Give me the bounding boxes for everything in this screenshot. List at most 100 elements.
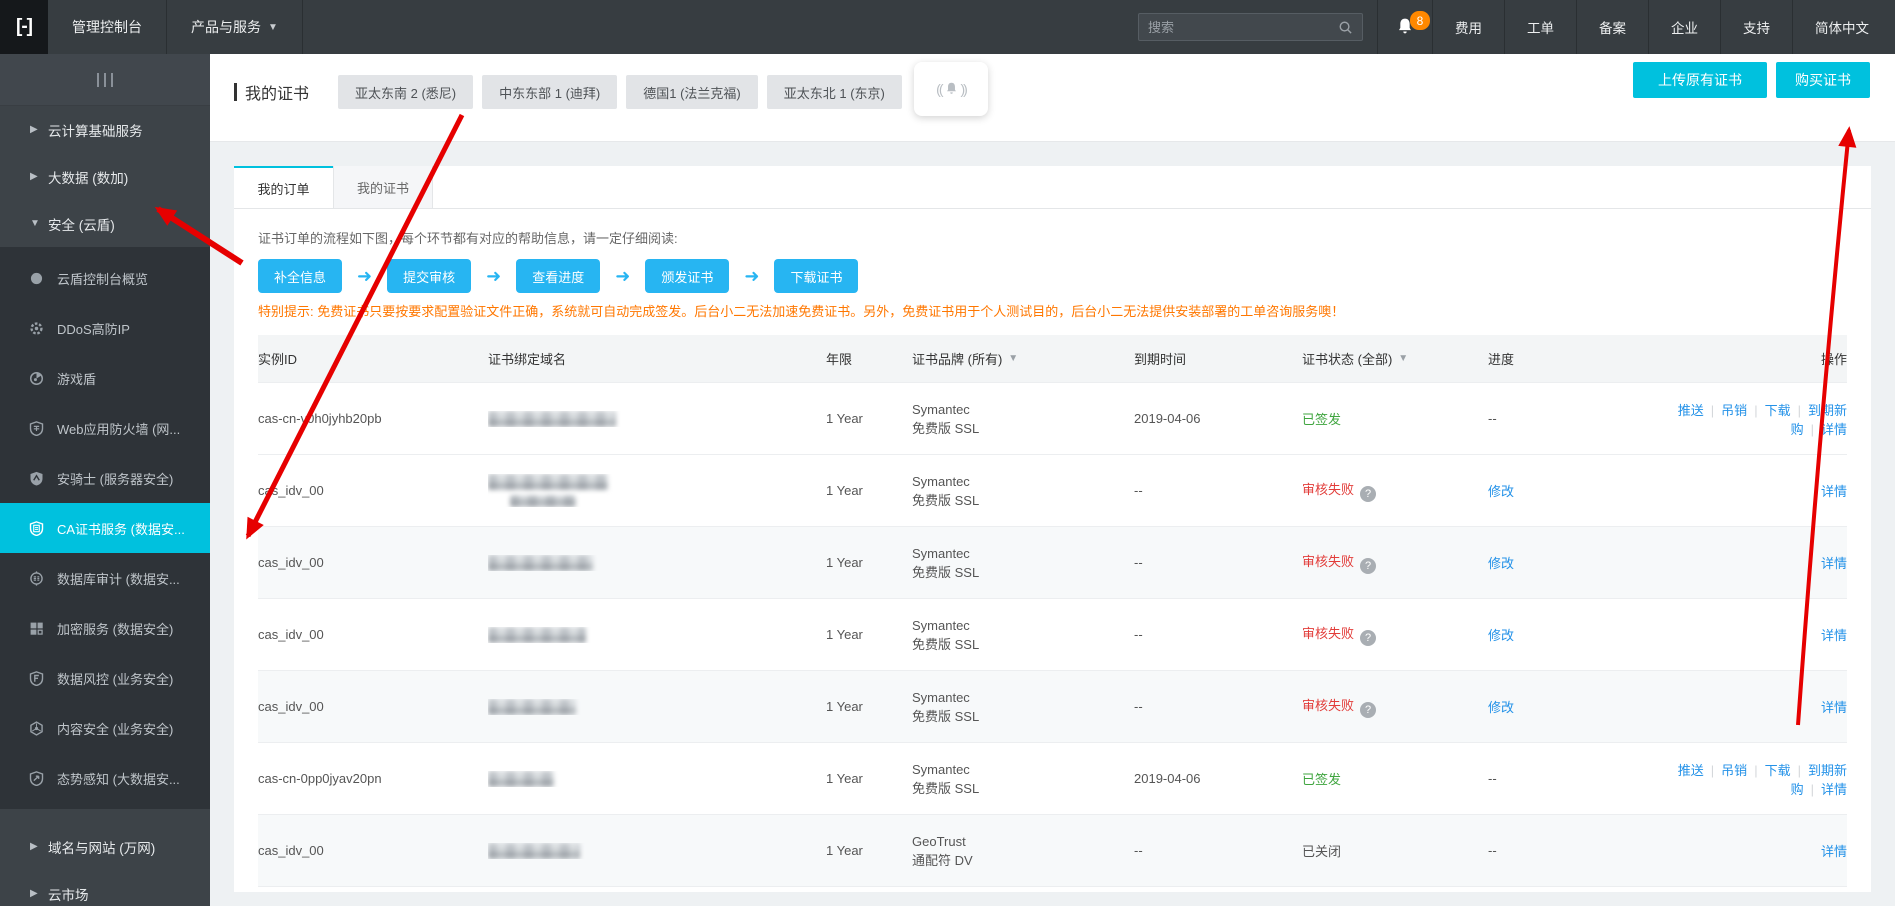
sidebar-group-top-2[interactable]: ▶ 大数据 (数加) [0,153,210,200]
sidebar-item-9[interactable]: 数据风控 (业务安全) [0,653,210,703]
action-link[interactable]: 吊销 [1721,403,1747,418]
notification-badge: 8 [1410,11,1430,30]
masked-domain [488,626,586,643]
help-icon[interactable]: ? [1360,486,1377,502]
sidebar-item-10[interactable]: 内容安全 (业务安全) [0,703,210,753]
sidebar-item-6-active[interactable]: CA证书服务 (数据安... [0,503,210,553]
region-chip-1[interactable]: 亚太东南 2 (悉尼) [338,75,474,109]
sidebar-item-1[interactable]: 云盾控制台概览 [0,253,210,303]
nav-menu-item-1[interactable]: 费用 [1433,0,1505,54]
sidebar-group-bottom-1[interactable]: ▶ 域名与网站 (万网) [0,823,210,870]
status-badge: 审核失败 [1302,698,1355,713]
cell-status: 已签发 [1302,769,1488,788]
announcement-pill[interactable]: (( )) [914,62,988,116]
sidebar-item-7[interactable]: 数据库审计 (数据安... [0,553,210,603]
sidebar-item-3[interactable]: 游戏盾 [0,353,210,403]
nav-menu-item-3[interactable]: 备案 [1577,0,1649,54]
region-chip-2[interactable]: 中东东部 1 (迪拜) [482,75,618,109]
region-chip-4[interactable]: 亚太东北 1 (东京) [766,75,902,109]
filter-caret-icon[interactable]: ▼ [1398,353,1408,364]
sidebar: ▶ 云计算基础服务 ▶ 大数据 (数加) ▼ 安全 (云盾) 云盾控制台概览 DDoS高防I… [0,54,210,906]
cell-instance-id: cas-cn-v0h0jyhb20pb [258,411,382,426]
nav-menu-item-4[interactable]: 企业 [1649,0,1721,54]
tab-2[interactable]: 我的证书 [333,166,433,208]
action-separator: | [1810,421,1814,437]
workflow-step-5[interactable]: 下载证书 [774,259,859,293]
cell-status: 已签发 [1302,409,1488,428]
sidebar-submenu: 云盾控制台概览 DDoS高防IP 游戏盾 Web应用防火墙 (网... 安骑士 (服务器… [0,247,210,809]
column-header-label: 到期时间 [1134,352,1187,367]
sidebar-item-11[interactable]: 态势感知 (大数据安... [0,753,210,803]
action-link[interactable]: 下载 [1765,763,1791,778]
action-link[interactable]: 吊销 [1721,763,1747,778]
cell-brand: Symantec 免费版 SSL [912,400,1134,438]
nav-console[interactable]: 管理控制台 [48,0,167,54]
overview-circle-icon [28,270,44,286]
filter-caret-icon[interactable]: ▼ [1008,353,1018,364]
help-icon[interactable]: ? [1360,630,1377,646]
column-header-label: 证书状态 (全部) [1302,352,1393,367]
tab-1-active[interactable]: 我的订单 [234,166,334,208]
cell-status: 已关闭 [1302,841,1488,860]
content-hex-icon [28,720,44,736]
game-shield-icon [28,370,44,386]
nav-menu-item-5[interactable]: 支持 [1721,0,1793,54]
sidebar-item-4[interactable]: Web应用防火墙 (网... [0,403,210,453]
search-icon[interactable] [1338,20,1353,35]
sidebar-group-top-3[interactable]: ▼ 安全 (云盾) [0,200,210,247]
workflow-step-2[interactable]: 提交审核 [387,259,472,293]
notification-bell-cell[interactable]: 8 [1377,0,1433,54]
sidebar-item-label: 加密服务 (数据安全) [57,621,174,637]
sidebar-item-8[interactable]: 加密服务 (数据安全) [0,603,210,653]
action-link[interactable]: 详情 [1821,782,1847,797]
cell-domain [488,474,826,507]
nav-products-services[interactable]: 产品与服务 ▼ [167,0,303,54]
action-link[interactable]: 详情 [1821,484,1847,499]
navbar-search-area [1124,0,1377,54]
column-header-4[interactable]: 证书品牌 (所有) ▼ [912,349,1134,368]
column-header-6[interactable]: 证书状态 (全部) ▼ [1302,349,1488,368]
progress-modify-link[interactable]: 修改 [1488,628,1514,643]
action-link[interactable]: 详情 [1821,700,1847,715]
help-icon[interactable]: ? [1360,558,1377,574]
sidebar-item-5[interactable]: 安骑士 (服务器安全) [0,453,210,503]
sidebar-group-bottom-2[interactable]: ▶ 云市场 [0,870,210,906]
upload-certificate-button[interactable]: 上传原有证书 [1633,62,1767,98]
action-link[interactable]: 下载 [1765,403,1791,418]
aliyun-logo-icon[interactable]: [-] [0,0,48,54]
cell-years: 1 Year [826,483,863,498]
nav-menu-item-6[interactable]: 简体中文 [1793,0,1895,54]
column-header-label: 实例ID [258,352,298,367]
action-link[interactable]: 详情 [1821,422,1847,437]
action-link[interactable]: 详情 [1821,628,1847,643]
workflow-step-1[interactable]: 补全信息 [258,259,343,293]
workflow-step-3[interactable]: 查看进度 [516,259,601,293]
sidebar-item-2[interactable]: DDoS高防IP [0,303,210,353]
region-chip-3[interactable]: 德国1 (法兰克福) [626,75,758,109]
progress-modify-link[interactable]: 修改 [1488,484,1514,499]
column-header-8: 操作 [1658,349,1847,368]
cell-expire-date: 2019-04-06 [1134,771,1201,786]
sidebar-group-top-1[interactable]: ▶ 云计算基础服务 [0,106,210,153]
cell-expire-date: -- [1134,699,1143,714]
action-link[interactable]: 详情 [1821,844,1847,859]
cell-expire-date: -- [1134,483,1143,498]
workflow-step-4[interactable]: 颁发证书 [645,259,730,293]
nav-menu-item-2[interactable]: 工单 [1505,0,1577,54]
brand-name: Symantec [912,761,970,777]
masked-domain [488,770,554,787]
brand-edition: 通配符 DV [912,852,973,868]
action-link[interactable]: 推送 [1678,403,1704,418]
search-input[interactable] [1148,19,1338,35]
buy-certificate-button[interactable]: 购买证书 [1776,62,1870,98]
sidebar-collapse-icon[interactable] [0,54,210,106]
cell-brand: GeoTrust 通配符 DV [912,832,1134,870]
sound-wave-left: (( [936,81,943,97]
progress-modify-link[interactable]: 修改 [1488,556,1514,571]
sidebar-group-label: 云计算基础服务 [48,123,143,139]
action-link[interactable]: 详情 [1821,556,1847,571]
cell-instance-id: cas_idv_00 [258,483,324,498]
progress-modify-link[interactable]: 修改 [1488,700,1514,715]
action-link[interactable]: 推送 [1678,763,1704,778]
help-icon[interactable]: ? [1360,702,1377,718]
